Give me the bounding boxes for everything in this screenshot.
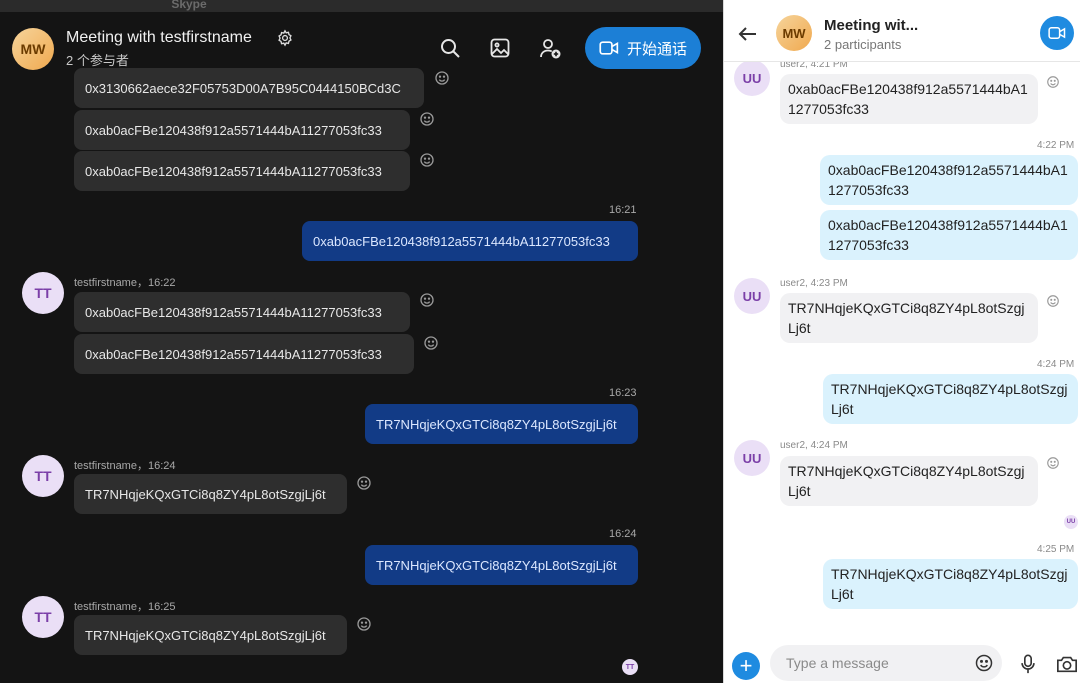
message-bubble-outgoing[interactable]: TR7NHqjeKQxGTCi8q8ZY4pL8otSzgjLj6t <box>823 559 1078 609</box>
message-composer: + <box>724 640 1080 683</box>
sender-name-time: user2, 4:24 PM <box>780 440 848 451</box>
message-timestamp: 4:22 PM <box>1037 140 1075 151</box>
video-call-button[interactable] <box>1040 16 1074 50</box>
group-avatar[interactable]: MW <box>12 28 54 70</box>
chat-header: MW Meeting wit... 2 participants <box>724 0 1080 62</box>
smiley-icon[interactable] <box>1046 75 1060 89</box>
message-bubble-outgoing[interactable]: TR7NHqjeKQxGTCi8q8ZY4pL8otSzgjLj6t <box>823 374 1078 424</box>
message-bubble-incoming[interactable]: TR7NHqjeKQxGTCi8q8ZY4pL8otSzgjLj6t <box>780 456 1038 506</box>
gallery-icon[interactable] <box>488 36 512 60</box>
desktop-skype-window: Skype MW Meeting with testfirstname 2 个参… <box>0 0 723 683</box>
smiley-icon[interactable] <box>1046 456 1060 470</box>
smiley-icon[interactable] <box>423 335 439 351</box>
smiley-icon[interactable] <box>419 292 435 308</box>
sender-avatar[interactable]: UU <box>734 60 770 96</box>
message-bubble-outgoing[interactable]: 0xab0acFBe120438f912a5571444bA11277053fc… <box>820 155 1078 205</box>
message-timestamp: 16:21 <box>609 204 637 216</box>
camera-icon[interactable] <box>1056 654 1078 674</box>
sender-name-time: testfirstname，16:22 <box>74 277 176 289</box>
read-receipt-avatar: TT <box>622 659 638 675</box>
window-titlebar: Skype <box>0 0 723 12</box>
plus-button[interactable]: + <box>732 652 760 680</box>
message-bubble-outgoing[interactable]: TR7NHqjeKQxGTCi8q8ZY4pL8otSzgjLj6t <box>365 545 638 585</box>
message-bubble-incoming[interactable]: TR7NHqjeKQxGTCi8q8ZY4pL8otSzgjLj6t <box>74 474 347 514</box>
smiley-icon[interactable] <box>419 111 435 127</box>
window-title: Skype <box>171 0 207 11</box>
message-bubble-outgoing[interactable]: 0xab0acFBe120438f912a5571444bA11277053fc… <box>302 221 638 261</box>
sender-name-time: testfirstname，16:24 <box>74 460 176 472</box>
message-bubble-outgoing[interactable]: TR7NHqjeKQxGTCi8q8ZY4pL8otSzgjLj6t <box>365 404 638 444</box>
search-icon[interactable] <box>438 36 462 60</box>
smiley-icon[interactable] <box>356 616 372 632</box>
participant-count: 2 participants <box>824 37 902 52</box>
message-input[interactable] <box>770 645 1002 681</box>
smiley-icon[interactable] <box>356 475 372 491</box>
add-person-icon[interactable] <box>538 36 562 60</box>
message-timestamp: 16:23 <box>609 387 637 399</box>
message-bubble-outgoing[interactable]: 0xab0acFBe120438f912a5571444bA11277053fc… <box>820 210 1078 260</box>
sender-avatar[interactable]: TT <box>22 596 64 638</box>
back-arrow-icon[interactable] <box>736 22 760 46</box>
message-bubble-incoming[interactable]: TR7NHqjeKQxGTCi8q8ZY4pL8otSzgjLj6t <box>74 615 347 655</box>
sender-avatar[interactable]: TT <box>22 272 64 314</box>
sender-avatar[interactable]: UU <box>734 440 770 476</box>
sender-avatar[interactable]: UU <box>734 278 770 314</box>
plus-icon: + <box>739 653 753 678</box>
message-bubble-incoming[interactable]: 0xab0acFBe120438f912a5571444bA11277053fc… <box>74 334 414 374</box>
message-timestamp: 4:24 PM <box>1037 359 1075 370</box>
smiley-icon[interactable] <box>419 152 435 168</box>
sender-name-time: testfirstname，16:25 <box>74 601 176 613</box>
group-avatar[interactable]: MW <box>776 15 812 51</box>
video-call-icon <box>599 41 619 55</box>
read-receipt-avatar: UU <box>1064 515 1078 529</box>
smiley-icon[interactable] <box>974 653 994 673</box>
start-call-label: 开始通话 <box>626 40 687 58</box>
video-call-icon <box>1048 27 1066 39</box>
smiley-icon[interactable] <box>434 70 450 86</box>
participant-count: 2 个参与者 <box>66 53 129 68</box>
chat-title[interactable]: Meeting wit... <box>824 17 918 34</box>
chat-title[interactable]: Meeting with testfirstname <box>66 29 252 47</box>
start-call-button[interactable]: 开始通话 <box>585 27 701 69</box>
message-bubble-incoming[interactable]: TR7NHqjeKQxGTCi8q8ZY4pL8otSzgjLj6t <box>780 293 1038 343</box>
message-bubble-incoming[interactable]: 0xab0acFBe120438f912a5571444bA11277053fc… <box>74 292 410 332</box>
message-timestamp: 4:25 PM <box>1037 544 1075 555</box>
message-timestamp: 16:24 <box>609 528 637 540</box>
mobile-skype-app: UU user2, 4:21 PM 0xab0acFBe120438f912a5… <box>723 0 1080 683</box>
message-bubble-incoming[interactable]: 0xab0acFBe120438f912a5571444bA11277053fc… <box>74 110 410 150</box>
message-bubble-incoming[interactable]: 0x3130662aece32F05753D00A7B95C0444150BCd… <box>74 68 424 108</box>
sender-avatar[interactable]: TT <box>22 455 64 497</box>
microphone-icon[interactable] <box>1020 654 1036 674</box>
sender-name-time: user2, 4:23 PM <box>780 278 848 289</box>
message-bubble-incoming[interactable]: 0xab0acFBe120438f912a5571444bA11277053fc… <box>780 74 1038 124</box>
smiley-icon[interactable] <box>1046 294 1060 308</box>
settings-gear-icon[interactable] <box>276 29 294 47</box>
message-bubble-incoming[interactable]: 0xab0acFBe120438f912a5571444bA11277053fc… <box>74 151 410 191</box>
